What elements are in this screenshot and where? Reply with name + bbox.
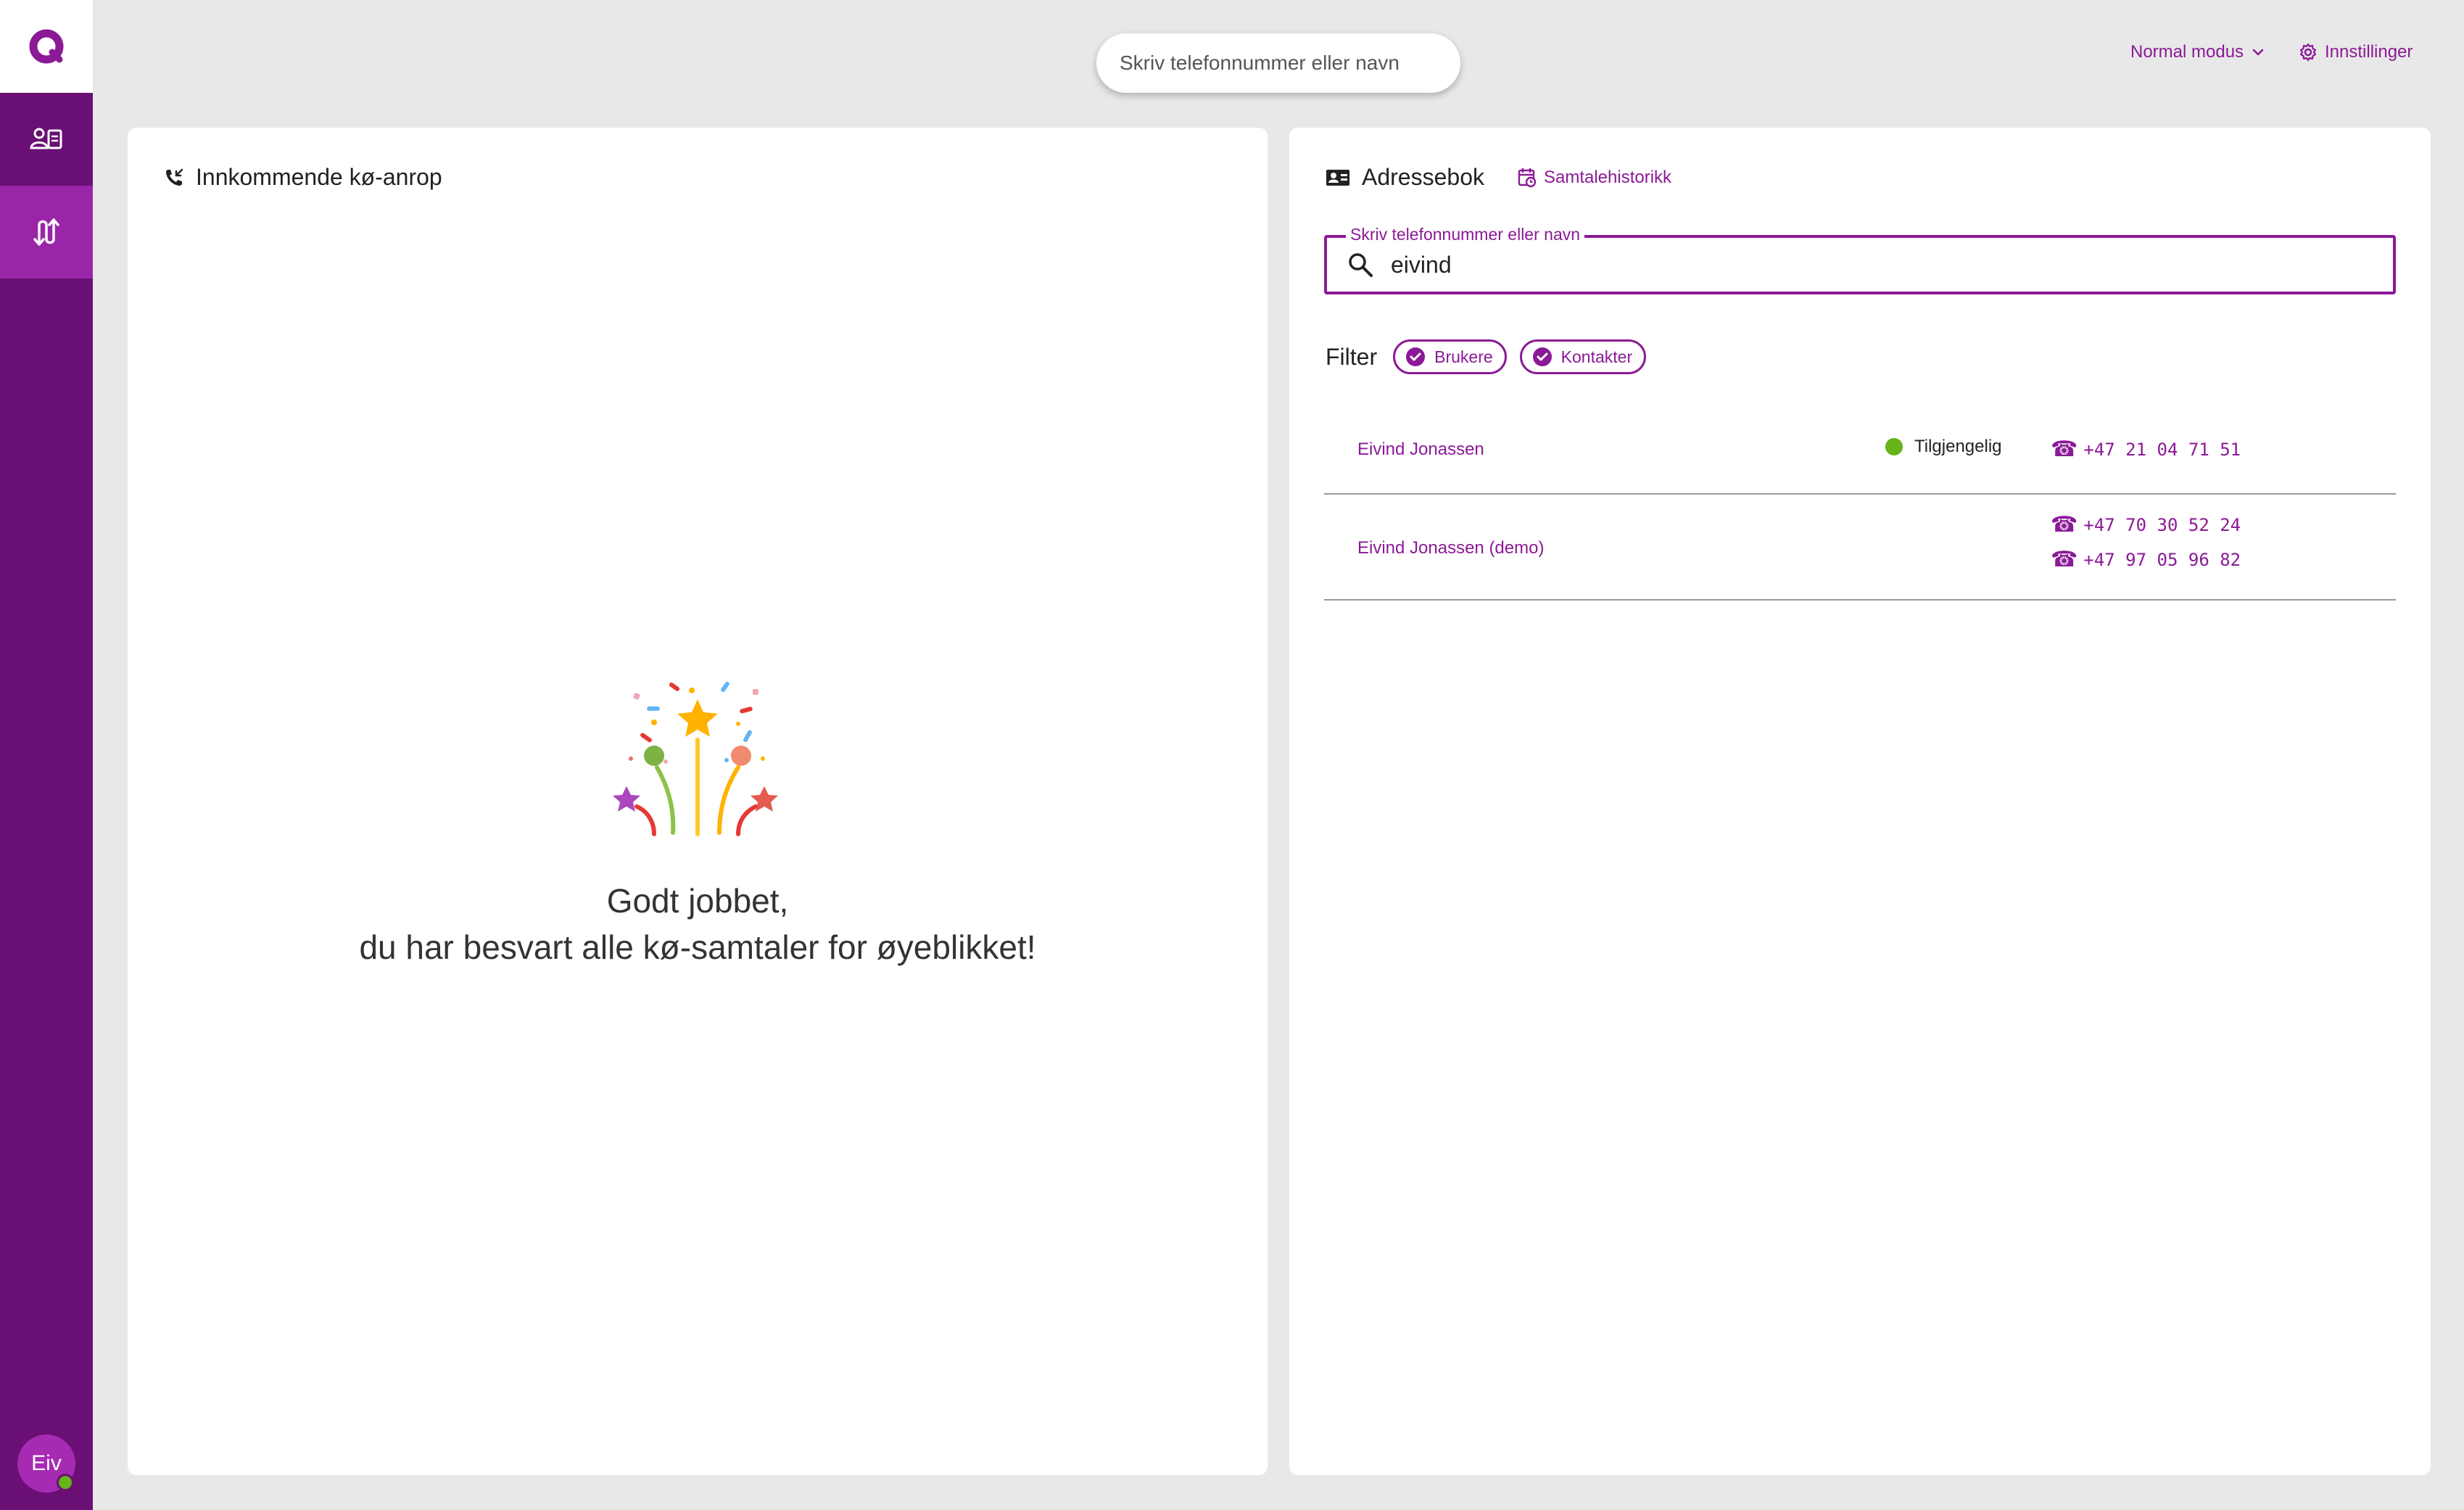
settings-button[interactable]: Innstillinger [2299,38,2413,67]
chevron-down-icon [2252,49,2264,56]
contact-row: Eivind Jonassen Tilgjengelig ☎ +47 21 04… [1324,403,2396,495]
tab-addressbook[interactable]: Adressebok [1326,164,1484,191]
logo[interactable] [0,0,93,93]
search-field-label: Skriv telefonnummer eller navn [1346,225,1585,244]
contacts-book-icon [30,128,62,149]
fireworks-icon [613,681,778,836]
presence-status: Tilgjengelig [1885,437,2002,457]
logo-icon [29,29,64,64]
empty-state-message: Godt jobbet, du har besvart alle kø-samt… [359,878,1035,970]
tab-call-history[interactable]: Samtalehistorikk [1518,168,1671,188]
addressbook-title: Adressebok [1362,164,1484,190]
avatar-initials: Eiv [31,1451,62,1475]
phone-number-link[interactable]: ☎ +47 97 05 96 82 [2051,547,2241,572]
phone-number: +47 97 05 96 82 [2083,549,2241,570]
empty-state-line-1: Godt jobbet, [606,882,789,920]
contact-name-link[interactable]: Eivind Jonassen (demo) [1357,538,1544,558]
phone-number: +47 21 04 71 51 [2083,439,2241,460]
sidebar: Eiv [0,0,93,1510]
mode-label: Normal modus [2130,42,2244,62]
status-dot [1885,438,1903,455]
filter-chip-contacts[interactable]: Kontakter [1519,339,1647,374]
empty-state-line-2: du har besvart alle kø-samtaler for øyeb… [359,928,1036,966]
queue-panel: Innkommende kø-anrop Godt jobbet, du har… [128,128,1268,1475]
queue-panel-header: Innkommende kø-anrop [164,164,442,191]
nav-addressbook[interactable] [0,93,93,186]
queue-panel-title: Innkommende kø-anrop [196,164,442,190]
addressbook-panel: Adressebok Samtalehistorikk Skriv telefo… [1289,128,2431,1475]
contact-card-icon [1326,169,1349,186]
addressbook-search-input[interactable] [1391,251,2333,279]
addressbook-search-field[interactable]: Skriv telefonnummer eller navn [1324,225,2396,294]
mode-dropdown[interactable]: Normal modus [2130,38,2265,67]
call-transfer-icon [33,218,59,246]
call-history-label: Samtalehistorikk [1543,167,1672,187]
contact-row: Eivind Jonassen (demo) ☎ +47 70 30 52 24… [1324,495,2396,601]
filter-label: Filter [1326,343,1378,370]
phone-icon: ☎ [2051,437,2078,462]
calendar-clock-icon [1518,168,1537,187]
filter-row: Filter Brukere Kontakter [1326,339,1647,374]
phone-number-link[interactable]: ☎ +47 70 30 52 24 [2051,512,2241,537]
nav-queue[interactable] [0,186,93,279]
filter-chip-users[interactable]: Brukere [1393,339,1507,374]
search-icon [1349,253,1373,277]
empty-state: Godt jobbet, du har besvart alle kø-samt… [128,679,1268,970]
filter-chip-label: Kontakter [1560,347,1633,366]
filter-chip-label: Brukere [1434,347,1493,366]
phone-icon: ☎ [2051,512,2078,537]
status-label: Tilgjengelig [1914,437,2002,456]
contact-name-link[interactable]: Eivind Jonassen [1357,440,1484,460]
check-circle-icon [1406,347,1426,366]
settings-label: Innstillinger [2325,42,2413,62]
phone-number-link[interactable]: ☎ +47 21 04 71 51 [2051,437,2241,462]
incoming-call-icon [166,168,183,186]
presence-indicator [57,1474,74,1491]
phone-number: +47 70 30 52 24 [2083,514,2241,535]
global-search-input[interactable] [1096,33,1460,93]
addressbook-tabs: Adressebok Samtalehistorikk [1326,164,1671,191]
check-circle-icon [1532,347,1552,366]
contact-list: Eivind Jonassen Tilgjengelig ☎ +47 21 04… [1324,403,2396,601]
phone-icon: ☎ [2051,547,2078,572]
gear-icon [2299,43,2317,62]
